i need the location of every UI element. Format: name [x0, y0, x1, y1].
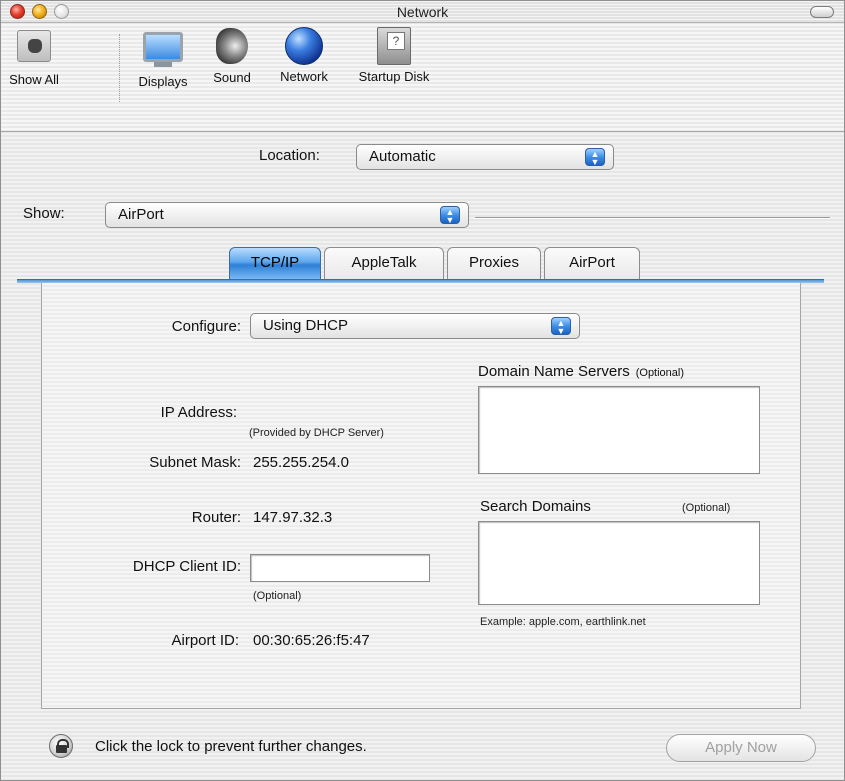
- search-domains-header: Search Domains: [480, 498, 591, 515]
- toolbar-startup-disk-label: Startup Disk: [358, 69, 430, 84]
- airport-id-value: 00:30:65:26:f5:47: [253, 632, 370, 649]
- tab-proxies[interactable]: Proxies: [447, 247, 541, 279]
- apply-now-button[interactable]: Apply Now: [666, 734, 816, 762]
- dns-textarea[interactable]: [478, 386, 760, 474]
- configure-label: Configure:: [171, 318, 241, 335]
- dhcp-client-id-input[interactable]: [250, 554, 430, 582]
- search-domains-optional: (Optional): [682, 502, 731, 514]
- dns-optional: (Optional): [635, 367, 685, 379]
- toolbar-toggle-button[interactable]: [810, 6, 834, 18]
- search-domains-label: Search Domains: [480, 498, 591, 515]
- lock-icon[interactable]: [49, 734, 73, 758]
- ip-address-label: IP Address:: [160, 404, 237, 421]
- dns-header: Domain Name Servers (Optional): [478, 363, 684, 380]
- network-preferences-window: Network Show All Displays Sound Network …: [0, 0, 845, 781]
- dhcp-client-id-note: (Optional): [253, 590, 302, 602]
- tab-airport[interactable]: AirPort: [544, 247, 640, 279]
- dns-label: Domain Name Servers: [478, 363, 630, 380]
- tab-tcpip[interactable]: TCP/IP: [229, 247, 321, 279]
- ip-address-note: (Provided by DHCP Server): [249, 427, 384, 439]
- location-label: Location:: [259, 147, 320, 164]
- search-domains-textarea[interactable]: [478, 521, 760, 605]
- toolbar-show-all-label: Show All: [9, 72, 59, 87]
- toolbar-separator: [119, 34, 120, 102]
- location-popup[interactable]: Automatic ▲ ▼: [356, 144, 614, 170]
- configure-value: Using DHCP: [263, 317, 349, 334]
- toolbar-network[interactable]: Network: [268, 26, 340, 84]
- separator-line: [475, 217, 830, 219]
- title-bar: Network: [1, 1, 844, 23]
- airport-id-label: Airport ID:: [171, 632, 239, 649]
- toolbar-startup-disk[interactable]: Startup Disk: [351, 26, 437, 84]
- hard-disk-icon: [377, 27, 411, 65]
- router-label: Router:: [191, 509, 241, 526]
- subnet-mask-label: Subnet Mask:: [149, 454, 241, 471]
- show-label: Show:: [23, 205, 65, 222]
- router-value: 147.97.32.3: [253, 509, 333, 526]
- configure-popup[interactable]: Using DHCP ▲ ▼: [250, 313, 580, 339]
- show-value: AirPort: [118, 206, 164, 223]
- lock-message: Click the lock to prevent further change…: [95, 738, 367, 755]
- popup-arrows-icon: ▲ ▼: [440, 206, 460, 225]
- toolbar-sound[interactable]: Sound: [204, 26, 260, 85]
- location-value: Automatic: [369, 148, 436, 165]
- speaker-icon: [216, 28, 248, 64]
- window-title: Network: [396, 4, 449, 20]
- apple-grid-icon: [17, 30, 51, 62]
- popup-arrows-icon: ▲ ▼: [585, 148, 605, 167]
- toolbar-network-label: Network: [280, 69, 328, 84]
- display-icon: [143, 32, 183, 62]
- toolbar: Show All Displays Sound Network Startup …: [1, 24, 844, 132]
- toolbar-sound-label: Sound: [213, 70, 251, 85]
- subnet-mask-value: 255.255.254.0: [253, 454, 349, 471]
- tab-appletalk[interactable]: AppleTalk: [324, 247, 444, 279]
- toolbar-displays[interactable]: Displays: [131, 26, 195, 89]
- dhcp-client-id-label: DHCP Client ID:: [132, 558, 241, 575]
- toolbar-displays-label: Displays: [138, 74, 188, 89]
- popup-arrows-icon: ▲ ▼: [551, 317, 571, 336]
- toolbar-show-all[interactable]: Show All: [5, 26, 63, 87]
- search-domains-example: Example: apple.com, earthlink.net: [480, 616, 646, 628]
- show-popup[interactable]: AirPort ▲ ▼: [105, 202, 469, 228]
- globe-icon: [285, 27, 323, 65]
